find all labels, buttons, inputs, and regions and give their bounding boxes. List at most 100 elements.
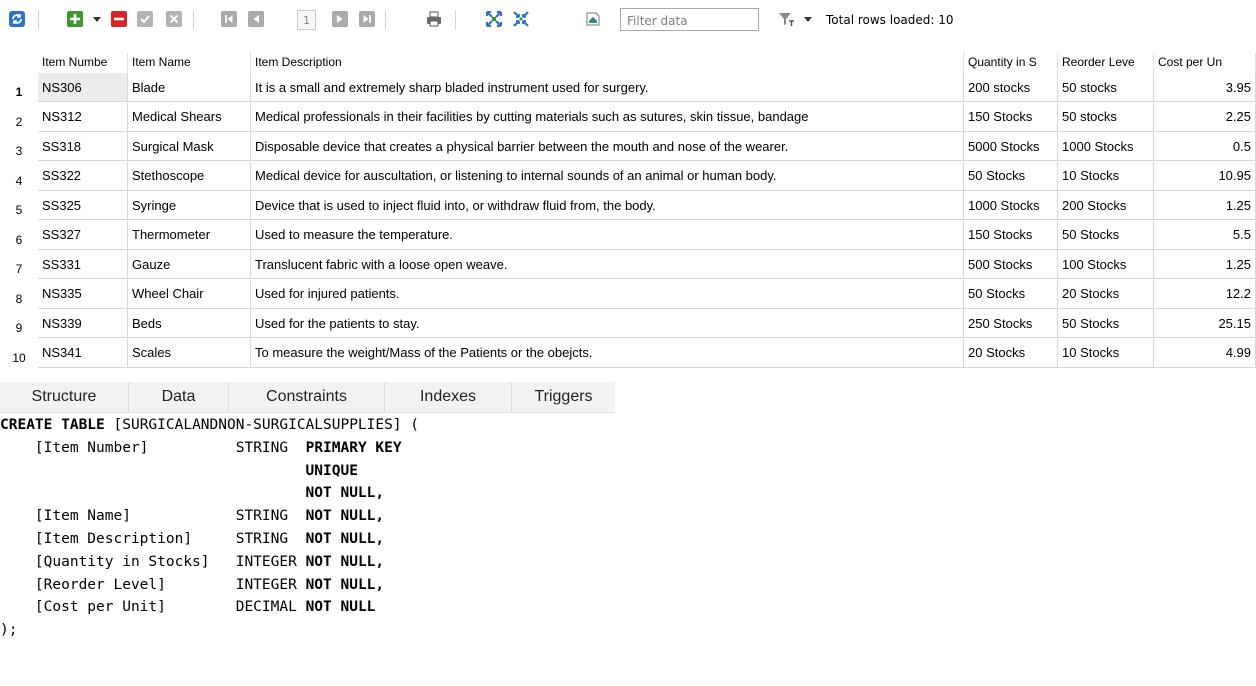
next-page-icon[interactable] <box>331 10 349 28</box>
table-cell[interactable]: Medical professionals in their facilitie… <box>251 102 964 132</box>
column-header[interactable]: Item Description <box>251 53 964 73</box>
column-header[interactable]: Item Name <box>128 53 251 73</box>
table-cell[interactable]: Blade <box>128 73 251 102</box>
filter-input[interactable] <box>620 8 759 31</box>
table-cell[interactable]: Disposable device that creates a physica… <box>251 132 964 161</box>
filter-dropdown-icon[interactable] <box>802 10 814 28</box>
table-cell[interactable]: SS322 <box>38 161 128 191</box>
tab-structure[interactable]: Structure <box>0 382 129 412</box>
table-cell[interactable]: 150 Stocks <box>964 220 1058 250</box>
table-cell[interactable]: To measure the weight/Mass of the Patien… <box>251 338 964 368</box>
table-row[interactable]: 2 NS312 Medical Shears Medical professional… <box>0 102 1256 132</box>
table-cell[interactable]: 200 Stocks <box>1058 191 1154 220</box>
column-header[interactable]: Quantity in S <box>964 53 1058 73</box>
table-row[interactable]: 1 NS306 Blade It is a small and extremely s… <box>0 73 1256 102</box>
column-header[interactable]: Reorder Leve <box>1058 53 1154 73</box>
table-cell[interactable]: 10.95 <box>1154 161 1256 191</box>
table-cell[interactable]: 1.25 <box>1154 250 1256 279</box>
table-cell[interactable]: NS312 <box>38 102 128 132</box>
table-cell[interactable]: 2.25 <box>1154 102 1256 132</box>
column-header[interactable]: Item Numbe <box>38 53 128 73</box>
table-cell[interactable]: 1000 Stocks <box>964 191 1058 220</box>
column-header[interactable]: Cost per Un <box>1154 53 1256 73</box>
expand-icon[interactable] <box>485 10 503 28</box>
table-row[interactable]: 6 SS327 Thermometer Used to measure the tem… <box>0 220 1256 250</box>
delete-row-icon[interactable] <box>110 10 128 28</box>
row-number[interactable]: 1 <box>0 73 38 102</box>
table-cell[interactable]: NS306 <box>38 73 128 102</box>
table-cell[interactable]: 100 Stocks <box>1058 250 1154 279</box>
collapse-icon[interactable] <box>512 10 530 28</box>
table-cell[interactable]: SS327 <box>38 220 128 250</box>
row-number[interactable]: 2 <box>0 103 38 132</box>
table-cell[interactable]: Surgical Mask <box>128 132 251 161</box>
table-cell[interactable]: Medical device for auscultation, or list… <box>251 161 964 191</box>
table-cell[interactable]: 500 Stocks <box>964 250 1058 279</box>
table-cell[interactable]: NS335 <box>38 279 128 309</box>
table-cell[interactable]: Translucent fabric with a loose open wea… <box>251 250 964 279</box>
table-row[interactable]: 3 SS318 Surgical Mask Disposable device tha… <box>0 132 1256 161</box>
table-cell[interactable]: 50 Stocks <box>964 161 1058 191</box>
table-row[interactable]: 8 NS335 Wheel Chair Used for injured patien… <box>0 279 1256 309</box>
table-cell[interactable]: 150 Stocks <box>964 102 1058 132</box>
tab-constraints[interactable]: Constraints <box>229 382 385 412</box>
row-number[interactable]: 10 <box>0 339 38 368</box>
row-number[interactable]: 7 <box>0 250 38 279</box>
tab-indexes[interactable]: Indexes <box>385 382 512 412</box>
table-cell[interactable]: Device that is used to inject fluid into… <box>251 191 964 220</box>
table-cell[interactable]: 50 stocks <box>1058 73 1154 102</box>
table-row[interactable]: 7 SS331 Gauze Translucent fabric with a loo… <box>0 250 1256 279</box>
table-cell[interactable]: 250 Stocks <box>964 309 1058 338</box>
table-cell[interactable]: 1.25 <box>1154 191 1256 220</box>
table-cell[interactable]: 10 Stocks <box>1058 161 1154 191</box>
table-cell[interactable]: 1000 Stocks <box>1058 132 1154 161</box>
table-cell[interactable]: Beds <box>128 309 251 338</box>
table-cell[interactable]: Stethoscope <box>128 161 251 191</box>
table-row[interactable]: 10 NS341 Scales To measure the weight/Mass … <box>0 338 1256 368</box>
table-cell[interactable]: 50 Stocks <box>1058 309 1154 338</box>
row-number[interactable]: 4 <box>0 162 38 191</box>
table-cell[interactable]: It is a small and extremely sharp bladed… <box>251 73 964 102</box>
row-number[interactable]: 9 <box>0 309 38 338</box>
table-cell[interactable]: 50 Stocks <box>1058 220 1154 250</box>
table-cell[interactable]: 25.15 <box>1154 309 1256 338</box>
table-cell[interactable]: Used to measure the temperature. <box>251 220 964 250</box>
table-cell[interactable]: 10 Stocks <box>1058 338 1154 368</box>
print-icon[interactable] <box>425 10 443 28</box>
tab-triggers[interactable]: Triggers <box>512 382 615 412</box>
table-cell[interactable]: 50 Stocks <box>964 279 1058 309</box>
previous-page-icon[interactable] <box>247 10 265 28</box>
last-page-icon[interactable] <box>358 10 376 28</box>
table-row[interactable]: 5 SS325 Syringe Device that is used to inje… <box>0 191 1256 220</box>
row-number[interactable]: 6 <box>0 221 38 250</box>
table-cell[interactable]: 5.5 <box>1154 220 1256 250</box>
table-cell[interactable]: 50 stocks <box>1058 102 1154 132</box>
tab-data[interactable]: Data <box>129 382 229 412</box>
page-number-box[interactable]: 1 <box>297 10 316 30</box>
table-cell[interactable]: Medical Shears <box>128 102 251 132</box>
table-row[interactable]: 9 NS339 Beds Used for the patients to stay.… <box>0 309 1256 338</box>
table-cell[interactable]: SS318 <box>38 132 128 161</box>
add-row-icon[interactable] <box>66 10 84 28</box>
table-row[interactable]: 4 SS322 Stethoscope Medical device for ausc… <box>0 161 1256 191</box>
table-cell[interactable]: 20 Stocks <box>1058 279 1154 309</box>
table-cell[interactable]: Thermometer <box>128 220 251 250</box>
table-cell[interactable]: 4.99 <box>1154 338 1256 368</box>
table-cell[interactable]: 20 Stocks <box>964 338 1058 368</box>
table-cell[interactable]: Gauze <box>128 250 251 279</box>
dropdown-arrow-icon[interactable] <box>91 10 103 28</box>
table-cell[interactable]: NS341 <box>38 338 128 368</box>
table-cell[interactable]: Used for injured patients. <box>251 279 964 309</box>
export-icon[interactable] <box>584 10 602 28</box>
table-cell[interactable]: 0.5 <box>1154 132 1256 161</box>
table-cell[interactable]: Used for the patients to stay. <box>251 309 964 338</box>
table-cell[interactable]: Scales <box>128 338 251 368</box>
table-cell[interactable]: SS331 <box>38 250 128 279</box>
first-page-icon[interactable] <box>220 10 238 28</box>
table-cell[interactable]: NS339 <box>38 309 128 338</box>
table-cell[interactable]: 3.95 <box>1154 73 1256 102</box>
table-cell[interactable]: 12.2 <box>1154 279 1256 309</box>
refresh-icon[interactable] <box>8 10 26 28</box>
table-cell[interactable]: 5000 Stocks <box>964 132 1058 161</box>
table-cell[interactable]: Syringe <box>128 191 251 220</box>
